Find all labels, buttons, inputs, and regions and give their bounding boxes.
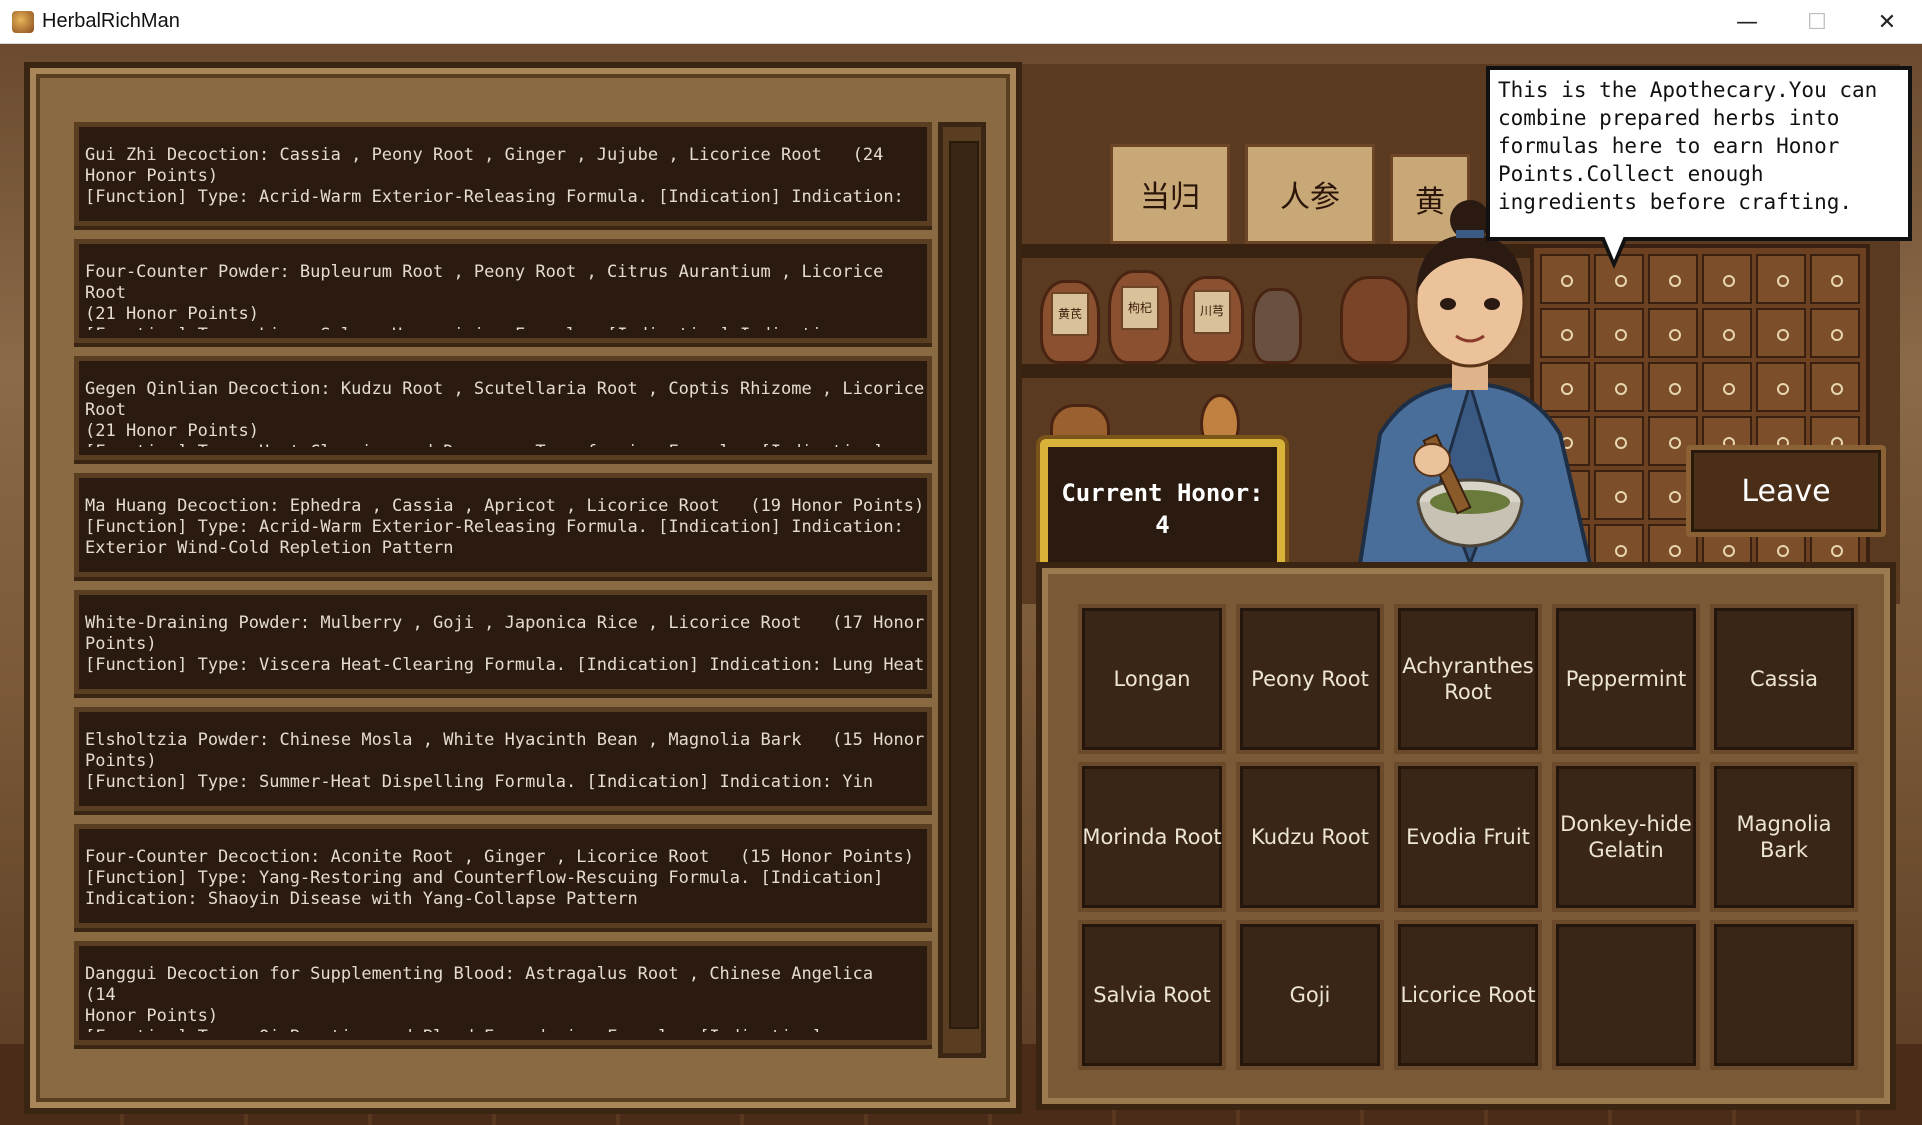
honor-badge: Current Honor: 4	[1040, 439, 1285, 579]
cabinet-drawer	[1756, 362, 1806, 412]
herb-name: Achyranthes Root	[1402, 654, 1534, 704]
herb-slot[interactable]: Kudzu Root	[1236, 762, 1384, 912]
apothecary-character	[1357, 200, 1593, 564]
herb-name: Longan	[1113, 667, 1191, 691]
cabinet-drawer	[1648, 254, 1698, 304]
herb-slot[interactable]: Peppermint	[1552, 604, 1700, 754]
cabinet-drawer	[1702, 308, 1752, 358]
herb-name: Goji	[1289, 983, 1331, 1007]
herb-slot[interactable]: Peony Root	[1236, 604, 1384, 754]
recipe-item[interactable]: Danggui Decoction for Supplementing Bloo…	[74, 941, 932, 1045]
scrollbar-thumb[interactable]	[949, 141, 979, 1029]
speech-bubble: This is the Apothecary.You can combine p…	[1486, 66, 1912, 241]
herb-slot[interactable]: Achyranthes Root	[1394, 604, 1542, 754]
recipe-text: Four-Counter Powder: Bupleurum Root , Pe…	[85, 262, 884, 330]
window-title: HerbalRichMan	[42, 10, 180, 32]
cabinet-drawer	[1756, 254, 1806, 304]
herb-name: Salvia Root	[1093, 983, 1211, 1007]
speech-bubble-tail-inner	[1604, 236, 1624, 260]
herb-box: 当归	[1110, 144, 1230, 244]
leave-button[interactable]: Leave	[1686, 445, 1886, 537]
recipe-text: Ma Huang Decoction: Ephedra , Cassia , A…	[85, 496, 925, 558]
cabinet-drawer	[1702, 254, 1752, 304]
recipe-item[interactable]: Elsholtzia Powder: Chinese Mosla , White…	[74, 707, 932, 811]
herb-jar	[1252, 288, 1302, 364]
herb-name: Cassia	[1749, 667, 1819, 691]
recipe-item[interactable]: Ma Huang Decoction: Ephedra , Cassia , A…	[74, 473, 932, 577]
herb-jar: 枸杞	[1108, 270, 1172, 364]
recipe-item[interactable]: Gui Zhi Decoction: Cassia , Peony Root ,…	[74, 122, 932, 226]
herb-name: Peony Root	[1251, 667, 1369, 691]
herb-slot[interactable]: Donkey-hide Gelatin	[1552, 762, 1700, 912]
app-icon	[12, 11, 34, 33]
herb-slot[interactable]: Morinda Root	[1078, 762, 1226, 912]
cabinet-drawer	[1648, 308, 1698, 358]
jar-label: 川芎	[1193, 289, 1231, 334]
jar-label: 黄芪	[1051, 292, 1089, 337]
box-label: 当归	[1140, 180, 1200, 215]
honor-value: 4	[1155, 511, 1170, 539]
recipe-text: Four-Counter Decoction: Aconite Root , G…	[85, 847, 915, 909]
herb-slot[interactable]: Evodia Fruit	[1394, 762, 1542, 912]
herb-name: Kudzu Root	[1251, 825, 1369, 849]
recipe-scrollbar[interactable]	[938, 122, 986, 1058]
herb-name: Evodia Fruit	[1406, 825, 1530, 849]
recipe-item[interactable]: White-Draining Powder: Mulberry , Goji ,…	[74, 590, 932, 694]
herb-name: Morinda Root	[1082, 825, 1222, 849]
recipe-text: Danggui Decoction for Supplementing Bloo…	[85, 964, 874, 1032]
cabinet-drawer	[1810, 254, 1860, 304]
herb-slot[interactable]: Licorice Root	[1394, 920, 1542, 1070]
cabinet-drawer	[1810, 308, 1860, 358]
herb-name: Donkey-hide Gelatin	[1560, 812, 1692, 862]
recipe-item[interactable]: Gegen Qinlian Decoction: Kudzu Root , Sc…	[74, 356, 932, 460]
jar-label: 枸杞	[1121, 286, 1159, 331]
herb-slot-empty	[1552, 920, 1700, 1070]
herb-slot[interactable]: Longan	[1078, 604, 1226, 754]
cabinet-drawer	[1756, 308, 1806, 358]
cabinet-drawer	[1810, 362, 1860, 412]
honor-label: Current Honor:	[1061, 479, 1264, 507]
maximize-icon[interactable]: ☐	[1782, 0, 1852, 44]
close-icon[interactable]: ✕	[1852, 0, 1922, 44]
herb-inventory-panel: Longan Peony Root Achyranthes Root Peppermi…	[1036, 562, 1896, 1110]
recipe-text: Gegen Qinlian Decoction: Kudzu Root , Sc…	[85, 379, 925, 447]
herb-slot[interactable]: Salvia Root	[1078, 920, 1226, 1070]
herb-name: Peppermint	[1565, 667, 1687, 691]
window-title-bar: HerbalRichMan — ☐ ✕	[0, 0, 1922, 44]
apothecary-scene: 当归 人参 黄 黄芪 枸杞 川芎 Gui Zhi Decoction: Cass…	[0, 44, 1922, 1125]
recipe-item[interactable]: Four-Counter Decoction: Aconite Root , G…	[74, 824, 932, 928]
herb-slot[interactable]: Cassia	[1710, 604, 1858, 754]
recipe-text: White-Draining Powder: Mulberry , Goji ,…	[85, 613, 925, 675]
cabinet-drawer	[1648, 362, 1698, 412]
recipe-item[interactable]: Four-Counter Powder: Bupleurum Root , Pe…	[74, 239, 932, 343]
recipe-text: Gui Zhi Decoction: Cassia , Peony Root ,…	[85, 145, 904, 207]
recipe-text: Elsholtzia Powder: Chinese Mosla , White…	[85, 730, 925, 792]
herb-name: Magnolia Bark	[1736, 812, 1832, 862]
herb-jar: 黄芪	[1040, 280, 1100, 364]
herb-slot[interactable]: Goji	[1236, 920, 1384, 1070]
herb-jar: 川芎	[1180, 276, 1244, 364]
cabinet-drawer	[1702, 362, 1752, 412]
minimize-icon[interactable]: —	[1712, 0, 1782, 44]
recipe-panel: Gui Zhi Decoction: Cassia , Peony Root ,…	[24, 62, 1022, 1114]
herb-slot-empty	[1710, 920, 1858, 1070]
herb-slot[interactable]: Magnolia Bark	[1710, 762, 1858, 912]
herb-name: Licorice Root	[1400, 983, 1536, 1007]
